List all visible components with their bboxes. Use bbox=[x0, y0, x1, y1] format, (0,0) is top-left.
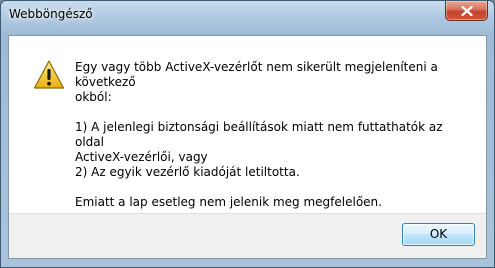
message-line: okból: bbox=[75, 90, 112, 104]
message-paragraph: Egy vagy több ActiveX-vezérlőt nem siker… bbox=[75, 60, 470, 105]
dialog-window: Webböngésző Egy vagy több ActiveX-vezérl… bbox=[0, 0, 495, 268]
message-line: 1) A jelenlegi biztonsági beállítások mi… bbox=[75, 120, 443, 149]
window-title: Webböngésző bbox=[9, 7, 93, 21]
dialog-footer: OK bbox=[9, 213, 486, 258]
dialog-body: Egy vagy több ActiveX-vezérlőt nem siker… bbox=[8, 35, 487, 259]
message-line: Emiatt a lap esetleg nem jelenik meg meg… bbox=[75, 195, 382, 209]
close-icon bbox=[461, 6, 473, 16]
message-line: ActiveX-vezérlői, vagy bbox=[75, 150, 208, 164]
ok-button[interactable]: OK bbox=[402, 223, 475, 246]
message-paragraph: 1) A jelenlegi biztonsági beállítások mi… bbox=[75, 120, 470, 180]
message-line: Egy vagy több ActiveX-vezérlőt nem siker… bbox=[75, 60, 438, 89]
dialog-message: Egy vagy több ActiveX-vezérlőt nem siker… bbox=[75, 60, 470, 225]
warning-icon bbox=[33, 59, 65, 91]
close-button[interactable] bbox=[445, 1, 488, 21]
message-paragraph: Emiatt a lap esetleg nem jelenik meg meg… bbox=[75, 195, 470, 210]
title-bar[interactable]: Webböngésző bbox=[1, 1, 494, 33]
message-line: 2) Az egyik vezérlő kiadóját letiltotta. bbox=[75, 165, 300, 179]
